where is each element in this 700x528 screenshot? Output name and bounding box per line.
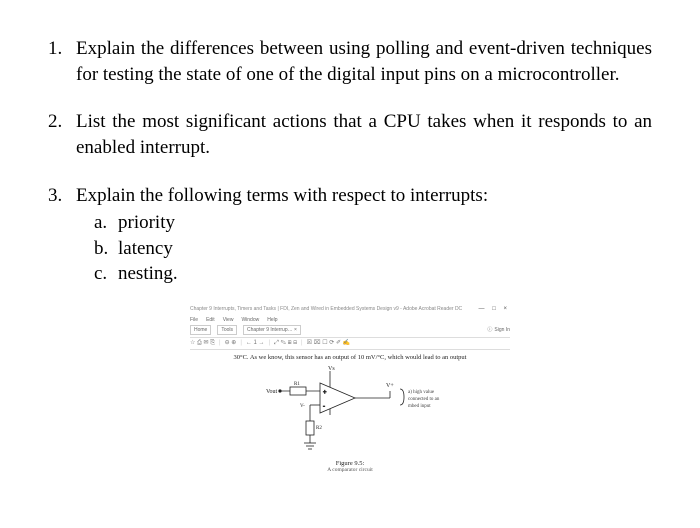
svg-text:+: + xyxy=(323,390,327,396)
menu-edit: Edit xyxy=(206,316,215,324)
figure-toolbar: ☆ ⎙ ✉ ⎘ | ⊖ ⊕ | ← 1 → | ⤢ ✎ ⊞ ⊟ | ☒ ⌧ ☐ … xyxy=(190,337,510,351)
sub-letter: b. xyxy=(94,236,118,262)
sub-list: a. priority b. latency c. nesting. xyxy=(94,210,652,287)
sub-item-c: c. nesting. xyxy=(94,261,652,287)
circuit-diagram: + - xyxy=(190,363,510,458)
tab-tools: Tools xyxy=(217,325,237,335)
info-icon: ⓘ xyxy=(487,326,492,334)
embedded-figure: Chapter 9 Interrupts, Timers and Tasks |… xyxy=(190,305,510,473)
question-text: Explain the following terms with respect… xyxy=(76,183,652,209)
label-vp: V+ xyxy=(386,383,394,389)
note-line-1: a) high value xyxy=(408,390,435,395)
toolbar-group-5: ☒ ⌧ ☐ ⟳ ✐ ✍ xyxy=(307,339,351,349)
figure-body-text: 30°C. As we know, this sensor has an out… xyxy=(190,354,510,361)
toolbar-group-3: ← 1 → xyxy=(246,339,265,349)
menu-help: Help xyxy=(267,316,277,324)
figure-subcaption: A comparator circuit xyxy=(190,467,510,473)
question-number: 1. xyxy=(48,36,76,87)
question-3: 3. Explain the following terms with resp… xyxy=(48,183,652,288)
menu-file: File xyxy=(190,316,198,324)
label-vm: V- xyxy=(300,404,305,409)
figure-tabs: Home Tools Chapter 9 Interrup… × ⓘ Sign … xyxy=(190,325,510,335)
sign-in-label: Sign In xyxy=(494,326,510,334)
label-vs: Vs xyxy=(328,366,335,372)
figure-titlebar-text: Chapter 9 Interrupts, Timers and Tasks |… xyxy=(190,305,462,315)
menu-window: Window xyxy=(241,316,259,324)
label-r2: R2 xyxy=(316,426,322,431)
toolbar-group-4: ⤢ ✎ ⊞ ⊟ xyxy=(274,339,297,349)
sub-label: priority xyxy=(118,210,175,236)
figure-menubar: File Edit View Window Help xyxy=(190,316,510,324)
svg-text:-: - xyxy=(323,404,325,410)
question-list: 1. Explain the differences between using… xyxy=(48,36,652,287)
figure-window-chrome: Chapter 9 Interrupts, Timers and Tasks |… xyxy=(190,305,510,350)
window-buttons-icon: — □ × xyxy=(479,305,510,315)
tab-document: Chapter 9 Interrup… × xyxy=(243,325,301,335)
sub-letter: a. xyxy=(94,210,118,236)
question-number: 2. xyxy=(48,109,76,160)
figure-caption: Figure 9.5: xyxy=(190,460,510,467)
question-text: Explain the differences between using po… xyxy=(76,36,652,87)
tab-home: Home xyxy=(190,325,211,335)
question-number: 3. xyxy=(48,183,76,209)
menu-view: View xyxy=(223,316,234,324)
sub-label: latency xyxy=(118,236,173,262)
toolbar-group-2: ⊖ ⊕ xyxy=(225,339,237,349)
label-vout: Vout xyxy=(266,389,278,395)
note-line-2: connected to an xyxy=(408,397,440,402)
question-1: 1. Explain the differences between using… xyxy=(48,36,652,87)
sub-item-a: a. priority xyxy=(94,210,652,236)
sub-label: nesting. xyxy=(118,261,178,287)
sub-item-b: b. latency xyxy=(94,236,652,262)
sign-in: ⓘ Sign In xyxy=(487,326,510,334)
label-r1: R1 xyxy=(294,382,300,387)
sub-letter: c. xyxy=(94,261,118,287)
question-2: 2. List the most significant actions tha… xyxy=(48,109,652,160)
question-text: List the most significant actions that a… xyxy=(76,109,652,160)
note-line-3: mbed input xyxy=(408,404,431,409)
toolbar-group-1: ☆ ⎙ ✉ ⎘ xyxy=(190,339,215,349)
